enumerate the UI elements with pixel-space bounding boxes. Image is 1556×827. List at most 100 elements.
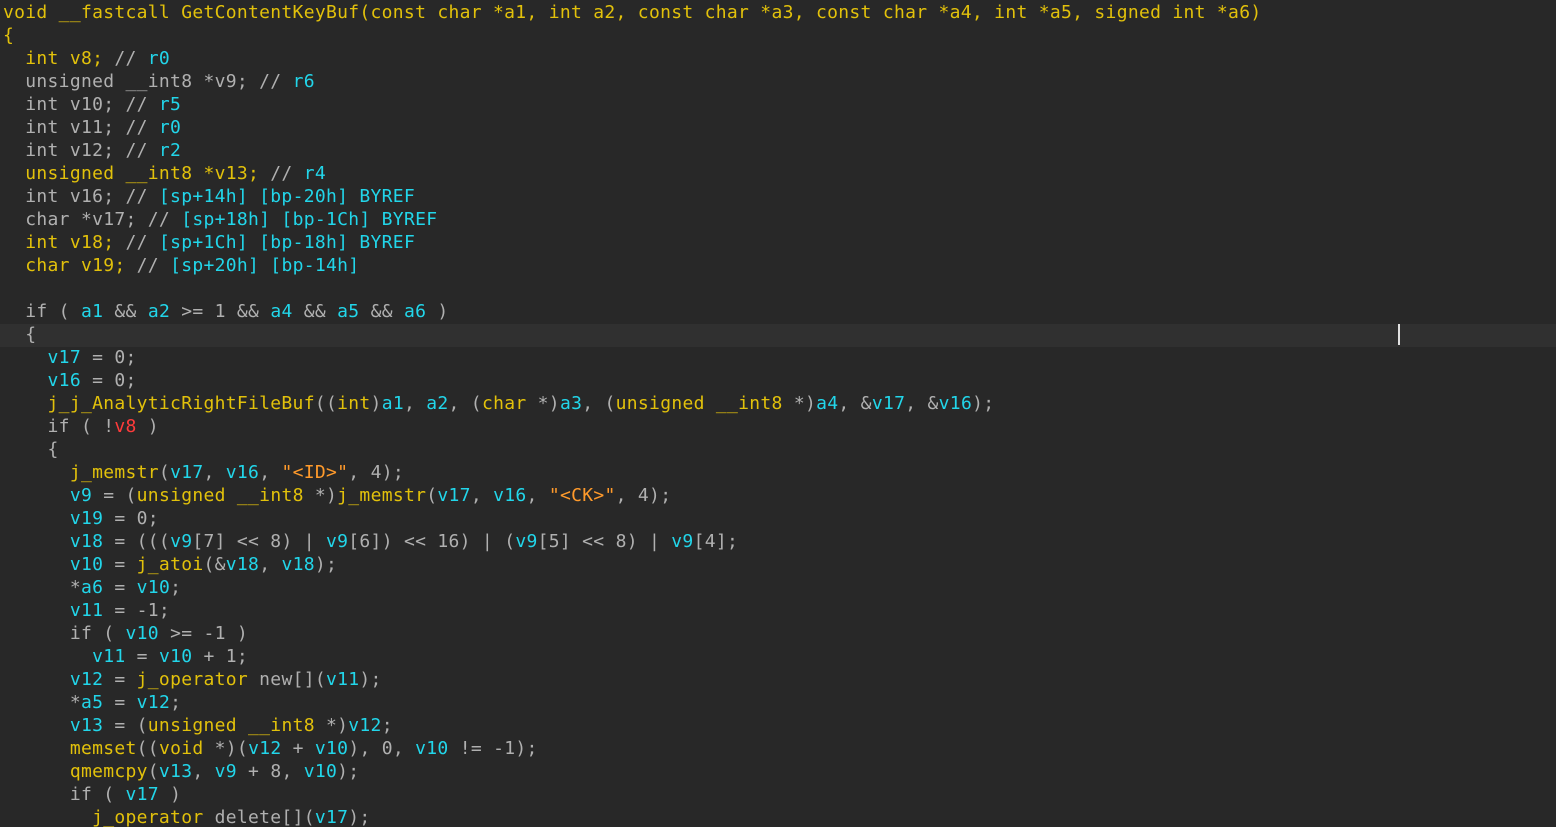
code-line[interactable]: if ( v17 ): [3, 783, 181, 806]
code-line[interactable]: v9 = (unsigned __int8 *)j_memstr(v17, v1…: [3, 484, 671, 507]
code-token: a2: [147, 301, 171, 322]
pseudocode-view[interactable]: void __fastcall GetContentKeyBuf(const c…: [0, 0, 1556, 827]
code-token: v13: [3, 715, 104, 736]
code-token: &&: [292, 301, 338, 322]
code-line[interactable]: int v12; // r2: [3, 139, 181, 162]
code-token: ((: [314, 393, 338, 414]
code-token: v16: [493, 485, 527, 506]
code-token: v9: [170, 531, 193, 552]
code-token: [4];: [693, 531, 739, 552]
code-token: unsigned __int8: [615, 393, 783, 414]
code-token: );: [359, 669, 382, 690]
code-token: //: [136, 255, 171, 276]
code-token: v17: [437, 485, 471, 506]
code-token: , (: [448, 393, 482, 414]
code-token: ((: [136, 738, 159, 759]
code-line[interactable]: v18 = (((v9[7] << 8) | v9[6]) << 16) | (…: [3, 530, 738, 553]
code-line[interactable]: void __fastcall GetContentKeyBuf(const c…: [3, 1, 1261, 24]
code-line[interactable]: if ( a1 && a2 >= 1 && a4 && a5 && a6 ): [3, 300, 449, 323]
code-line[interactable]: v13 = (unsigned __int8 *)v12;: [3, 714, 393, 737]
code-line[interactable]: char *v17; // [sp+18h] [bp-1Ch] BYREF: [3, 208, 437, 231]
code-token: v16: [3, 370, 81, 391]
code-token: r4: [303, 163, 326, 184]
code-token: j_operator: [3, 807, 204, 827]
code-line[interactable]: int v18; // [sp+1Ch] [bp-18h] BYREF: [3, 231, 415, 254]
code-token: , &: [838, 393, 872, 414]
code-line[interactable]: *a6 = v10;: [3, 576, 181, 599]
code-token: a3: [559, 393, 583, 414]
code-token: = (: [92, 485, 137, 506]
code-line[interactable]: v12 = j_operator new[](v11);: [3, 668, 382, 691]
code-line[interactable]: int v11; // r0: [3, 116, 181, 139]
code-token: int v8;: [3, 48, 115, 69]
code-token: ,: [203, 462, 226, 483]
code-token: = (((: [103, 531, 171, 552]
code-line[interactable]: {: [3, 438, 59, 461]
code-token: != -1);: [448, 738, 538, 759]
code-token: (&: [203, 554, 226, 575]
code-line[interactable]: v11 = v10 + 1;: [3, 645, 248, 668]
code-token: v16: [938, 393, 973, 414]
code-token: (: [147, 761, 159, 782]
code-token: int v10; //: [3, 94, 159, 115]
code-token: memset: [3, 738, 137, 759]
code-token: ,: [192, 761, 215, 782]
code-line[interactable]: j_j_AnalyticRightFileBuf((int)a1, a2, (c…: [3, 392, 995, 415]
code-token: *: [3, 692, 81, 713]
code-token: = 0;: [80, 370, 137, 391]
code-token: v17: [125, 784, 159, 805]
code-token: a6: [80, 577, 104, 598]
code-token: ;: [170, 577, 182, 598]
code-token: =: [103, 692, 137, 713]
code-token: [7] << 8) |: [192, 531, 326, 552]
code-line[interactable]: memset((void *)(v12 + v10), 0, v10 != -1…: [3, 737, 538, 760]
code-line[interactable]: v11 = -1;: [3, 599, 170, 622]
code-token: , 4);: [615, 485, 672, 506]
code-token: unsigned __int8: [136, 485, 304, 506]
code-line[interactable]: int v16; // [sp+14h] [bp-20h] BYREF: [3, 185, 415, 208]
code-line[interactable]: j_memstr(v17, v16, "<ID>", 4);: [3, 461, 404, 484]
code-token: "<CK>": [548, 485, 616, 506]
code-token: a5: [80, 692, 104, 713]
code-token: j_memstr: [3, 462, 159, 483]
code-line[interactable]: v17 = 0;: [3, 346, 137, 369]
code-line[interactable]: unsigned __int8 *v9; // r6: [3, 70, 315, 93]
code-token: char *v17; //: [3, 209, 182, 230]
code-token: v10: [136, 577, 171, 598]
code-token: v10: [3, 554, 104, 575]
code-token: ,: [470, 485, 494, 506]
code-token: ): [136, 416, 159, 437]
code-token: j_memstr: [337, 485, 427, 506]
code-line[interactable]: {: [3, 24, 14, 47]
code-token: v12: [136, 692, 171, 713]
code-line[interactable]: if ( v10 >= -1 ): [3, 622, 248, 645]
code-line[interactable]: qmemcpy(v13, v9 + 8, v10);: [3, 760, 359, 783]
code-token: r0: [158, 117, 182, 138]
code-line[interactable]: *a5 = v12;: [3, 691, 181, 714]
code-token: char v19;: [3, 255, 137, 276]
code-line[interactable]: int v8; // r0: [3, 47, 170, 70]
code-token: + 8,: [236, 761, 304, 782]
code-token: =: [103, 577, 137, 598]
code-token: void: [158, 738, 204, 759]
code-token: [sp+1Ch] [bp-18h] BYREF: [158, 232, 416, 253]
code-line[interactable]: unsigned __int8 *v13; // r4: [3, 162, 326, 185]
code-line[interactable]: j_operator delete[](v17);: [3, 806, 371, 827]
code-token: ): [426, 301, 449, 322]
code-token: j_atoi: [136, 554, 204, 575]
code-token: v17: [3, 347, 81, 368]
code-token: v10: [314, 738, 349, 759]
code-line[interactable]: char v19; // [sp+20h] [bp-14h]: [3, 254, 359, 277]
code-token: [sp+18h] [bp-1Ch] BYREF: [181, 209, 438, 230]
code-token: a2: [426, 393, 449, 414]
code-token: delete[](: [203, 807, 315, 827]
code-line[interactable]: if ( !v8 ): [3, 415, 159, 438]
code-line[interactable]: {: [3, 323, 36, 346]
code-line[interactable]: int v10; // r5: [3, 93, 181, 116]
code-token: r0: [147, 48, 171, 69]
code-line[interactable]: v19 = 0;: [3, 507, 159, 530]
code-line[interactable]: v10 = j_atoi(&v18, v18);: [3, 553, 337, 576]
code-line[interactable]: v16 = 0;: [3, 369, 137, 392]
code-token: [sp+14h] [bp-20h] BYREF: [158, 186, 416, 207]
code-token: int v16; //: [3, 186, 159, 207]
